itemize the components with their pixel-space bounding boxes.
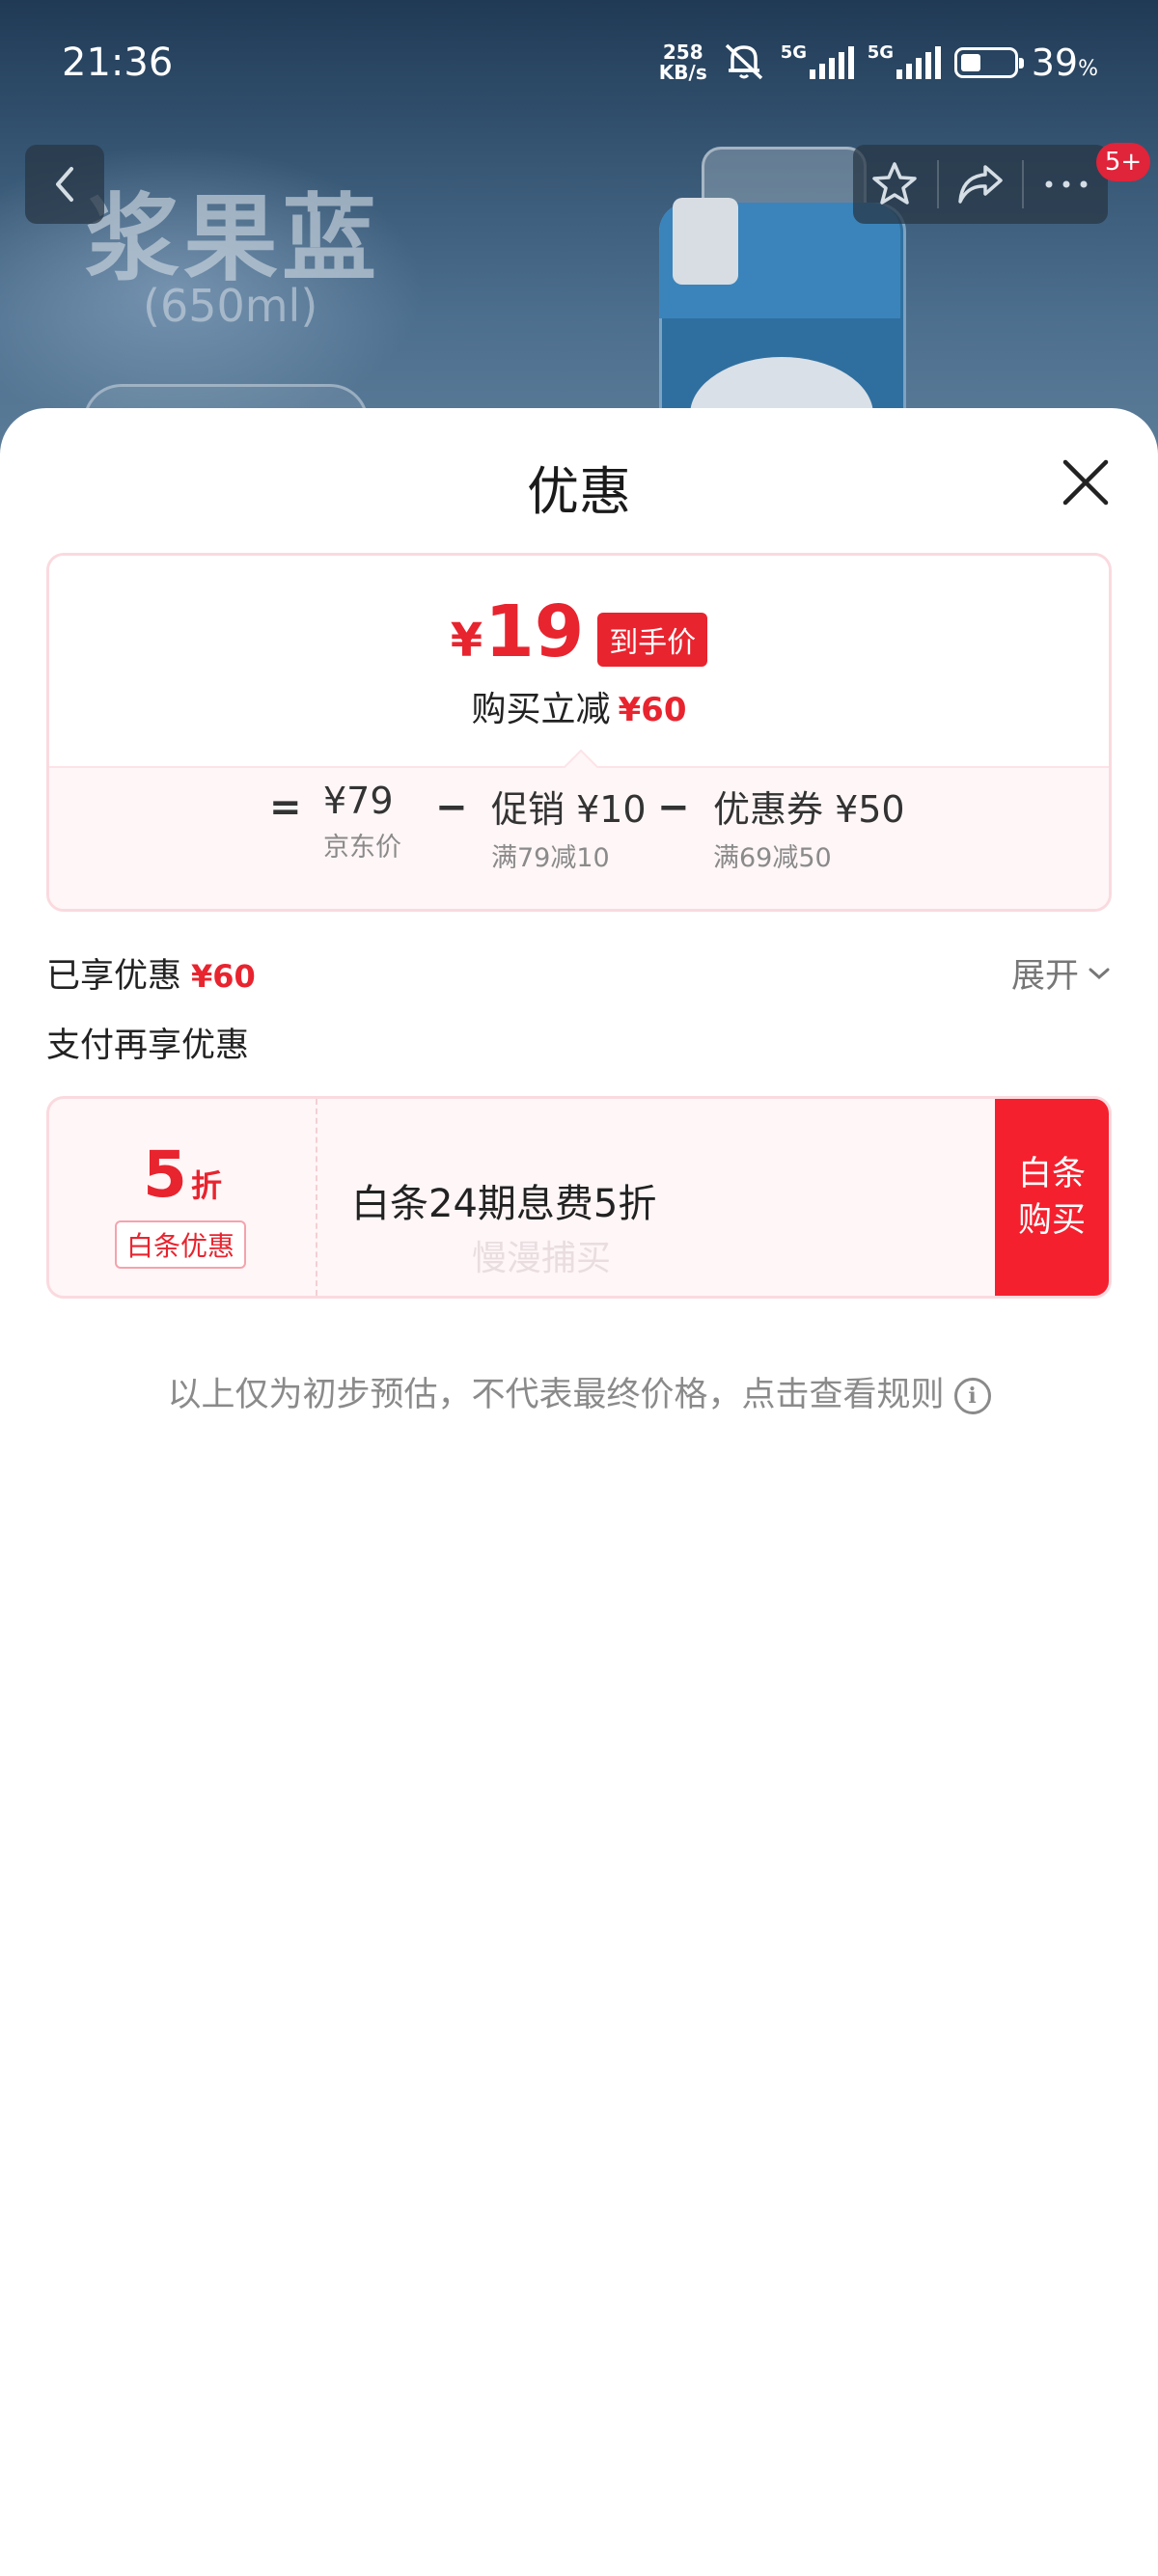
product-volume: (650ml) (143, 280, 318, 332)
price-breakdown-card: ¥19 到手价 购买立减 ¥60 = ¥79 京东价 − 促销 ¥10 满79减1… (46, 553, 1112, 912)
info-icon[interactable]: i (953, 1378, 991, 1414)
final-price-value: ¥19 (450, 590, 585, 673)
price-disclaimer[interactable]: 以上仅为初步预估，不代表最终价格，点击查看规则 i (0, 1367, 1158, 1416)
more-dots-icon (1045, 180, 1088, 188)
final-price-tag: 到手价 (597, 613, 708, 667)
purchase-reduction: 购买立减 ¥60 (471, 690, 687, 729)
coupon-discount: 优惠券 ¥50 满69减50 (713, 788, 905, 873)
signal-1-icon: 5G (781, 42, 854, 79)
share-icon (958, 165, 1003, 204)
more-button[interactable] (1024, 145, 1108, 224)
baitiao-offer-card[interactable]: 5折 白条优惠 白条24期息费5折 慢漫捕买 白条 购买 (46, 1096, 1112, 1299)
minus-sign: − (657, 785, 690, 830)
product-color-title: 浆果蓝 (85, 184, 381, 294)
promo-discount: 促销 ¥10 满79减10 (491, 788, 647, 873)
minus-sign: − (435, 785, 468, 830)
price-formula: = ¥79 京东价 − 促销 ¥10 满79减10 − 优惠券 ¥50 满69减… (49, 780, 1109, 886)
enjoyed-discount: 已享优惠 ¥60 (46, 957, 256, 996)
close-button[interactable] (1058, 454, 1114, 510)
message-count-badge: 5+ (1096, 143, 1150, 181)
baitiao-buy-button[interactable]: 白条 购买 (995, 1099, 1109, 1296)
chevron-down-icon (1089, 968, 1110, 979)
chevron-left-icon (56, 167, 73, 202)
star-icon (872, 162, 918, 205)
base-price: ¥79 京东价 (323, 780, 401, 863)
share-button[interactable] (939, 145, 1023, 224)
expand-button[interactable]: 展开 (1011, 948, 1112, 998)
network-speed: 258 KB/s (658, 41, 707, 84)
favorite-button[interactable] (853, 145, 937, 224)
sheet-title: 优惠 (527, 461, 631, 522)
battery-percent: 39% (1031, 41, 1098, 84)
watermark-text: 慢漫捕买 (472, 1239, 612, 1278)
discount-sheet: 优惠 ¥19 到手价 购买立减 ¥60 = ¥79 京东价 − 促销 ¥10 满7… (0, 408, 1158, 2576)
product-action-bar (853, 145, 1108, 224)
pay-more-title: 支付再享优惠 (46, 1027, 250, 1065)
equals-sign: = (269, 785, 302, 830)
status-time: 21:36 (62, 41, 174, 85)
back-button[interactable] (25, 145, 104, 224)
baitiao-description: 白条24期息费5折 (351, 1182, 657, 1226)
mute-bell-icon (721, 41, 767, 84)
status-bar: 21:36 258 KB/s 5G 5G 39% (0, 0, 1158, 135)
final-price: ¥19 到手价 (49, 596, 1109, 676)
status-icons: 258 KB/s 5G 5G 39% (659, 39, 1098, 87)
close-icon (1062, 459, 1109, 506)
baitiao-tag: 白条优惠 (115, 1220, 247, 1269)
signal-2-icon: 5G (868, 42, 941, 79)
battery-icon (953, 47, 1024, 78)
baitiao-discount-badge: 5折 白条优惠 (49, 1099, 317, 1296)
